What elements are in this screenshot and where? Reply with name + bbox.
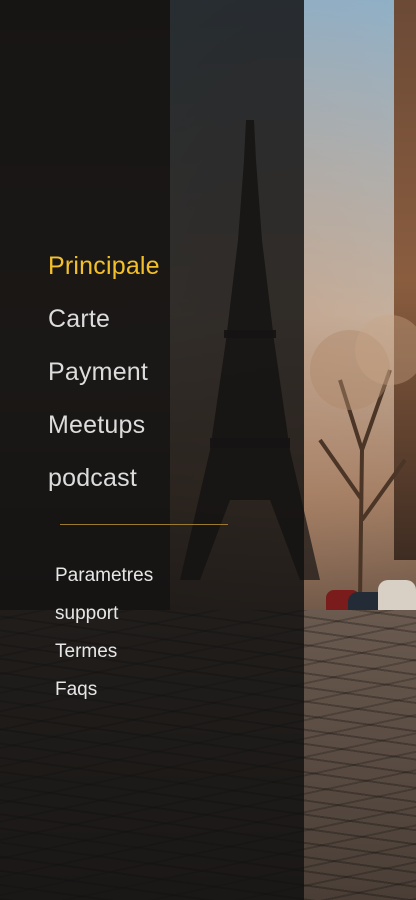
menu-divider <box>60 524 228 525</box>
secondary-menu: Parametres support Termes Faqs <box>55 557 153 709</box>
menu-item-principale[interactable]: Principale <box>48 240 160 293</box>
menu-item-carte[interactable]: Carte <box>48 293 160 346</box>
menu-item-faqs[interactable]: Faqs <box>55 671 153 709</box>
menu-item-parametres[interactable]: Parametres <box>55 557 153 595</box>
menu-item-payment[interactable]: Payment <box>48 346 160 399</box>
menu-item-support[interactable]: support <box>55 595 153 633</box>
tree-image <box>310 315 416 600</box>
menu-item-termes[interactable]: Termes <box>55 633 153 671</box>
menu-item-podcast[interactable]: podcast <box>48 452 160 505</box>
main-menu: Principale Carte Payment Meetups podcast <box>48 240 160 505</box>
navigation-drawer: Principale Carte Payment Meetups podcast… <box>0 0 304 900</box>
menu-item-meetups[interactable]: Meetups <box>48 399 160 452</box>
